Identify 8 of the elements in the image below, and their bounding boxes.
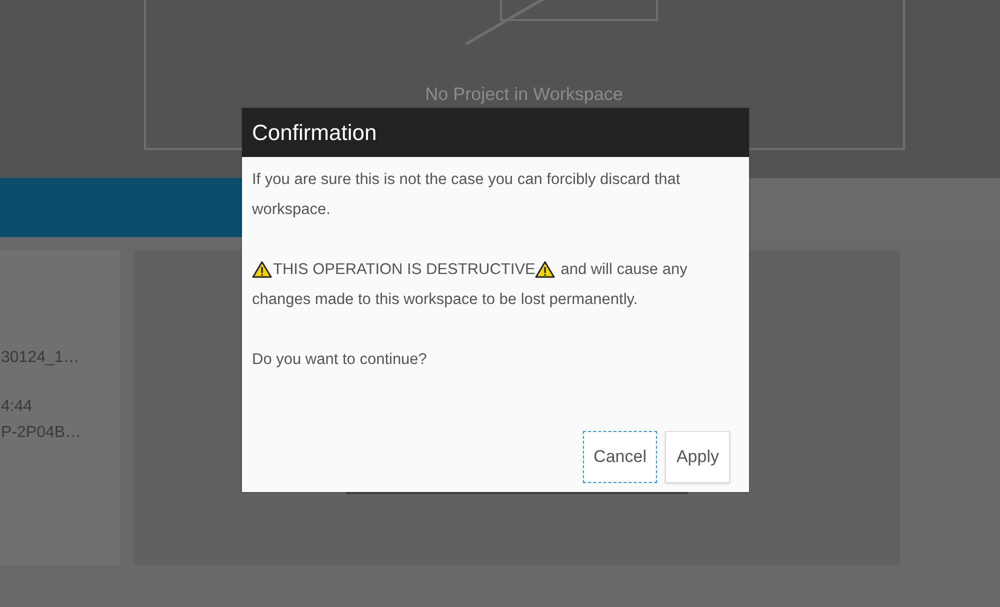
empty-project-icon [464,0,658,46]
dialog-title: Confirmation [252,120,377,146]
message-text: If you are sure this is not the case you can forcibly discard that workspace. [252,170,682,220]
empty-state-message: No Project in Workspace [425,84,623,105]
cancel-button[interactable]: Cancel [582,431,658,483]
warning-message: THIS OPERATION IS DESTRUCTIVE and will cause any changes made to this workspace to be lost permanently. [252,260,688,310]
apply-button[interactable]: Apply [665,431,730,483]
message-text: Do you want to continue? [252,350,428,370]
